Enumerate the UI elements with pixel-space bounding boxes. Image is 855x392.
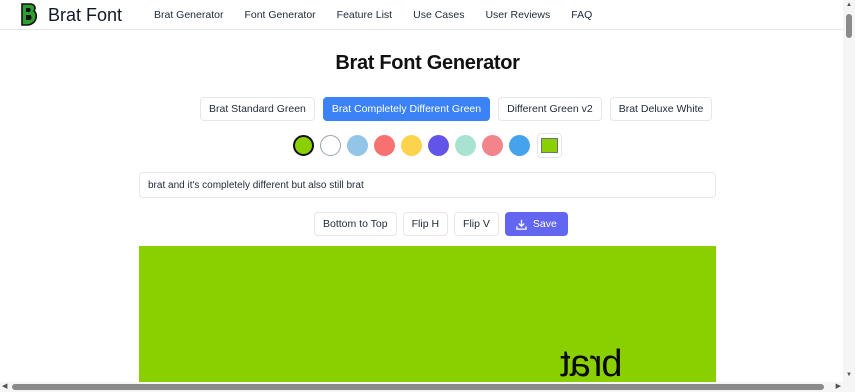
style-brat-completely-different-green-button[interactable]: Brat Completely Different Green: [322, 97, 491, 121]
style-brat-standard-green-button[interactable]: Brat Standard Green: [200, 97, 315, 121]
preview-text: brat: [561, 343, 623, 383]
vertical-scroll-thumb[interactable]: [846, 14, 852, 38]
swatch-mint[interactable]: [455, 135, 476, 156]
style-brat-deluxe-white-button[interactable]: Brat Deluxe White: [609, 97, 713, 121]
style-different-green-v2-button[interactable]: Different Green v2: [498, 97, 602, 121]
flip-v-label: Flip V: [463, 218, 490, 230]
download-icon: [516, 219, 527, 230]
bottom-to-top-button[interactable]: Bottom to Top: [314, 212, 397, 236]
swatch-red[interactable]: [374, 135, 395, 156]
nav-user-reviews[interactable]: User Reviews: [485, 9, 550, 21]
main-nav: Brat Generator Font Generator Feature Li…: [154, 9, 592, 21]
swatch-white[interactable]: [320, 135, 341, 156]
nav-brat-generator[interactable]: Brat Generator: [154, 9, 223, 21]
flip-h-label: Flip H: [411, 218, 440, 230]
swatch-blue[interactable]: [509, 135, 530, 156]
custom-color-picker[interactable]: [537, 133, 562, 158]
horizontal-scroll-thumb[interactable]: [12, 384, 824, 390]
scroll-left-arrow-icon[interactable]: ◀: [2, 382, 7, 392]
swatch-lime-green[interactable]: [293, 135, 314, 156]
swatch-purple[interactable]: [428, 135, 449, 156]
color-swatches: [293, 133, 562, 158]
scroll-up-arrow-icon[interactable]: ▲: [846, 2, 852, 8]
brat-preview-canvas: brat: [139, 246, 716, 383]
scroll-down-arrow-icon[interactable]: ▼: [846, 372, 852, 378]
letter-b-logo-icon[interactable]: [20, 3, 38, 26]
action-buttons: Bottom to Top Flip H Flip V Save: [314, 212, 568, 236]
nav-feature-list[interactable]: Feature List: [337, 9, 392, 21]
swatch-light-blue[interactable]: [347, 135, 368, 156]
horizontal-scrollbar[interactable]: ◀ ▶: [0, 382, 855, 392]
swatch-yellow[interactable]: [401, 135, 422, 156]
vertical-scrollbar[interactable]: ▲ ▼: [843, 0, 855, 392]
save-label: Save: [532, 218, 557, 230]
nav-font-generator[interactable]: Font Generator: [244, 9, 315, 21]
style-tabs: Brat Standard Green Brat Completely Diff…: [200, 97, 713, 121]
flip-h-button[interactable]: Flip H: [402, 212, 449, 236]
scroll-right-arrow-icon[interactable]: ▶: [836, 382, 841, 392]
page-title: Brat Font Generator: [335, 52, 520, 74]
custom-color-chip: [541, 138, 558, 153]
flip-v-button[interactable]: Flip V: [454, 212, 499, 236]
swatch-pink[interactable]: [482, 135, 503, 156]
brat-text-input[interactable]: [139, 172, 716, 198]
save-button[interactable]: Save: [504, 212, 568, 236]
top-nav-bar: Brat Font Brat Generator Font Generator …: [0, 0, 843, 30]
nav-faq[interactable]: FAQ: [571, 9, 592, 21]
nav-use-cases[interactable]: Use Cases: [413, 9, 464, 21]
bottom-to-top-label: Bottom to Top: [323, 218, 388, 230]
brand-name[interactable]: Brat Font: [48, 5, 122, 25]
